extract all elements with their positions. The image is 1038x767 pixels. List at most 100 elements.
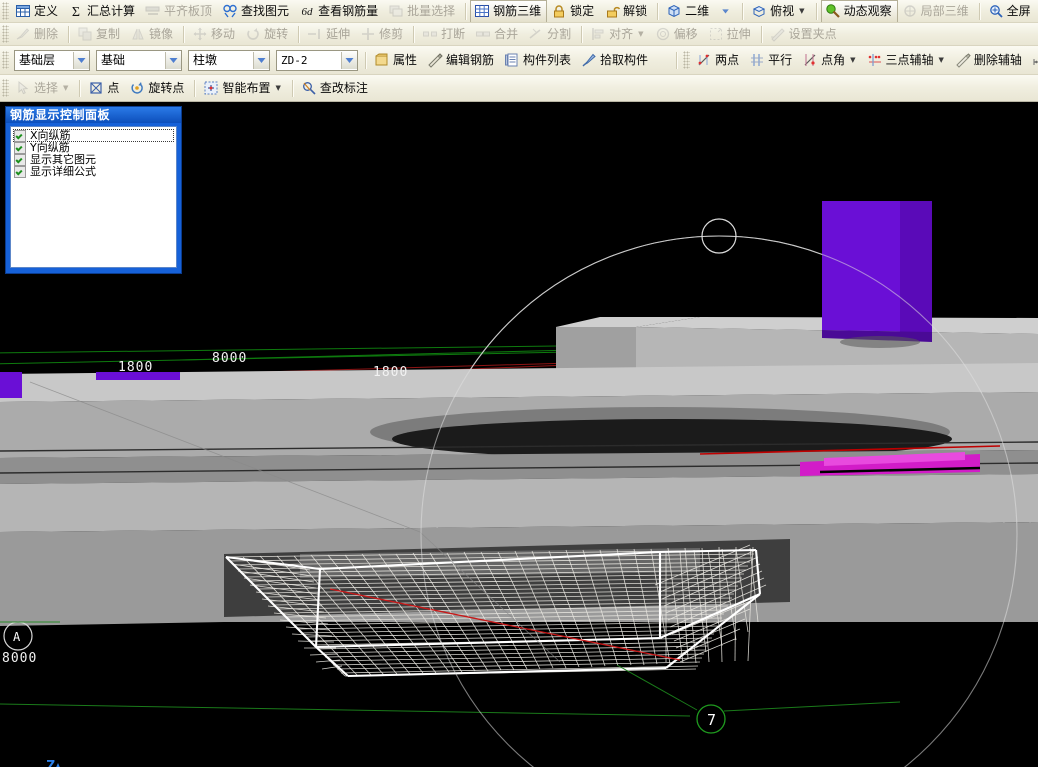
extend-button[interactable]: 延伸 — [303, 23, 356, 45]
toolbar-grip[interactable] — [2, 79, 9, 97]
rotate-button[interactable]: 旋转 — [241, 23, 294, 45]
smart-layout-button[interactable]: 智能布置 ▼ — [199, 77, 287, 100]
chevron-down-icon[interactable] — [341, 51, 357, 69]
trim-label: 修剪 — [379, 27, 404, 41]
component-name-select[interactable]: ZD-2 — [276, 49, 358, 71]
toolbar-separator — [657, 2, 659, 20]
summary-calc-button[interactable]: Σ 汇总计算 — [64, 0, 141, 22]
break-icon — [423, 31, 438, 37]
move-button[interactable]: 移动 — [188, 23, 241, 45]
toolbar-separator — [79, 79, 81, 97]
toolbar-row-draw: 选择 ▼ 点 旋转点 智能布置 ▼ 查改标注 — [0, 75, 1038, 102]
delete-button[interactable]: 删除 — [11, 23, 64, 45]
dimension-label: 1800 — [373, 365, 409, 380]
mirror-button[interactable]: 镜像 — [126, 23, 179, 45]
align-slab-top-button[interactable]: 平齐板顶 — [141, 0, 218, 22]
view-rebar-qty-button[interactable]: 6d 查看钢筋量 — [295, 0, 384, 22]
copy-button[interactable]: 复制 — [73, 23, 126, 45]
dimension-label: 8000 — [212, 351, 248, 366]
two-point-axis-label: 两点 — [715, 53, 740, 67]
checkbox-icon[interactable] — [14, 165, 26, 178]
rebar-checkbox-x-longitudinal[interactable]: X向纵筋 — [13, 129, 174, 142]
rebar-display-control-panel[interactable]: 钢筋显示控制面板 X向纵筋 Y向纵筋 显示其它图元 显示详细公式 — [5, 106, 182, 274]
local-3d-button[interactable]: 局部三维 — [898, 0, 975, 22]
toolbar-grip[interactable] — [2, 51, 9, 69]
toolbar-grip[interactable] — [2, 2, 9, 20]
component-list-button[interactable]: 构件列表 — [500, 49, 577, 72]
batch-select-label: 批量选择 — [407, 4, 456, 18]
define-button[interactable]: 定义 — [11, 0, 64, 22]
rebar-checkbox-show-detailed-formula[interactable]: 显示详细公式 — [14, 165, 173, 178]
dynamic-observe-button[interactable]: 动态观察 — [820, 0, 898, 22]
chevron-down-icon[interactable] — [253, 51, 269, 69]
lock-button[interactable]: 锁定 — [547, 0, 600, 22]
stretch-button[interactable]: 拉伸 — [704, 23, 757, 45]
batch-select-button[interactable]: 批量选择 — [384, 0, 461, 22]
component-type-select[interactable]: 柱墩 — [188, 49, 270, 71]
dimension-button[interactable]: 尺寸标 — [1028, 49, 1038, 72]
sigma-icon: Σ — [72, 5, 80, 19]
break-button[interactable]: 打断 — [418, 23, 471, 45]
slab-geometry[interactable] — [0, 317, 1038, 767]
dynamic-observe-label: 动态观察 — [843, 4, 892, 18]
merge-button[interactable]: 合并 — [471, 23, 524, 45]
chevron-down-icon[interactable] — [73, 51, 89, 69]
category-select[interactable]: 基础 — [96, 49, 182, 71]
local-3d-icon — [903, 5, 916, 17]
trim-button[interactable]: 修剪 — [356, 23, 409, 45]
rebar-3d-label: 钢筋三维 — [493, 4, 542, 18]
top-view-button[interactable]: 俯视 ▼ — [747, 0, 811, 22]
check-annotation-button[interactable]: 查改标注 — [297, 77, 374, 100]
lock-label: 锁定 — [570, 4, 595, 18]
three-point-axis-button[interactable]: 三点辅轴 ▼ — [863, 49, 951, 72]
chevron-down-icon[interactable] — [165, 51, 181, 69]
align-button[interactable]: 对齐 ▼ — [586, 23, 650, 45]
point-angle-axis-button[interactable]: 点角 ▼ — [798, 49, 862, 72]
column-geometry[interactable] — [822, 201, 932, 348]
pick-component-button[interactable]: 拾取构件 — [577, 49, 654, 72]
edit-rebar-button[interactable]: 编辑钢筋 — [423, 49, 500, 72]
checkbox-icon[interactable] — [14, 153, 26, 166]
toolbar-grip[interactable] — [2, 25, 9, 43]
rebar-3d-button[interactable]: 钢筋三维 — [470, 0, 548, 22]
delete-axis-button[interactable]: 删除辅轴 — [951, 49, 1028, 72]
dimension-icon — [1033, 59, 1038, 65]
set-grip-button[interactable]: 设置夹点 — [766, 23, 843, 45]
view-2d-dropdown[interactable] — [715, 0, 738, 22]
component-type-select-value: 柱墩 — [193, 52, 218, 67]
fullscreen-button[interactable]: 全屏 — [984, 0, 1037, 22]
checkbox-icon[interactable] — [14, 141, 26, 154]
select-tool-button[interactable]: 选择 ▼ — [11, 77, 75, 100]
properties-button[interactable]: 属性 — [370, 49, 423, 72]
unlock-button[interactable]: 解锁 — [600, 0, 653, 22]
delete-label: 删除 — [34, 27, 59, 41]
floor-select[interactable]: 基础层 — [14, 49, 90, 71]
chevron-down-icon: ▼ — [275, 84, 281, 92]
offset-button[interactable]: 偏移 — [651, 23, 704, 45]
find-element-label: 查找图元 — [241, 4, 290, 18]
parallel-axis-label: 平行 — [768, 53, 793, 67]
z-axis-label: Z — [46, 757, 57, 767]
extend-label: 延伸 — [326, 27, 351, 41]
chevron-down-icon — [722, 9, 729, 14]
find-element-button[interactable]: 查找图元 — [218, 0, 295, 22]
rotate-label: 旋转 — [264, 27, 289, 41]
toolbar-separator — [760, 25, 762, 43]
rebar-checkbox-y-longitudinal[interactable]: Y向纵筋 — [14, 141, 173, 154]
toolbar-grip[interactable] — [683, 51, 691, 69]
rebar-checkbox-show-other-elements[interactable]: 显示其它图元 — [14, 153, 173, 166]
model-viewport[interactable]: 1800 8000 1800 8000 A 7 Z 钢筋显示控制面板 X向纵筋 … — [0, 102, 1038, 767]
rebar-checkbox-label: 显示详细公式 — [30, 165, 96, 178]
rotate-point-button[interactable]: 旋转点 — [125, 77, 190, 100]
component-list-label: 构件列表 — [523, 53, 572, 67]
parallel-axis-button[interactable]: 平行 — [745, 49, 798, 72]
point-tool-button[interactable]: 点 — [84, 77, 125, 100]
split-button[interactable]: 分割 — [524, 23, 577, 45]
dimension-label: 8000 — [2, 651, 38, 666]
checkbox-icon[interactable] — [14, 129, 26, 142]
unlock-icon — [607, 6, 621, 18]
two-point-axis-button[interactable]: 两点 — [692, 49, 745, 72]
toolbar-separator — [978, 2, 980, 20]
view-2d-button[interactable]: 二维 — [662, 0, 715, 22]
align-icon — [592, 28, 604, 40]
